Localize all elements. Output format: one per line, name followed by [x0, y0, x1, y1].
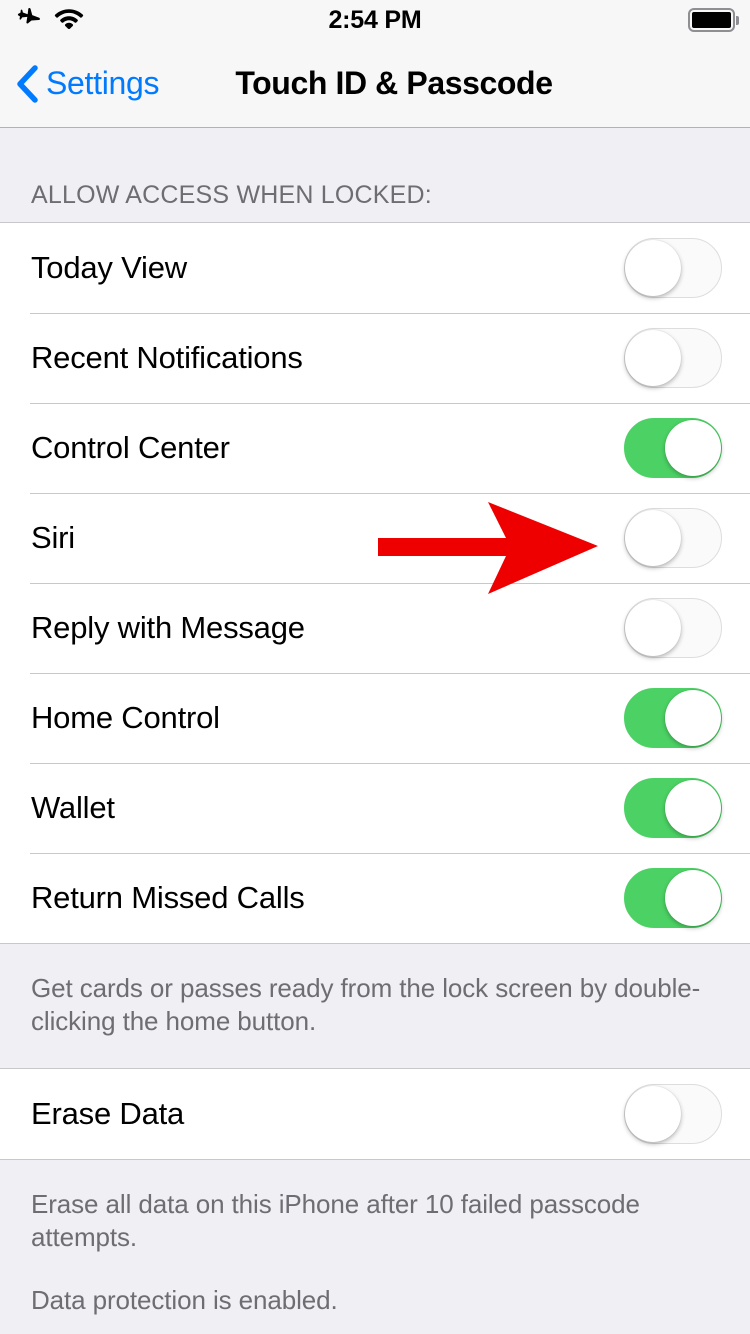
status-bar-right-icons [688, 0, 740, 40]
toggle-home-control[interactable] [624, 688, 722, 748]
toggle-today-view[interactable] [624, 238, 722, 298]
status-bar-clock: 2:54 PM [328, 5, 422, 34]
page-title: Touch ID & Passcode [235, 65, 553, 101]
battery-full-icon [688, 8, 740, 33]
toggle-recent-notifications[interactable] [624, 328, 722, 388]
row-reply-with-message[interactable]: Reply with Message [0, 583, 750, 673]
row-label: Siri [31, 520, 75, 555]
toggle-wallet[interactable] [624, 778, 722, 838]
row-wallet[interactable]: Wallet [0, 763, 750, 853]
footer-erase-data: Erase all data on this iPhone after 10 f… [0, 1160, 750, 1334]
iphone-settings-screen: 2:54 PM Settings Touch ID & Passcode ALL… [0, 0, 750, 1334]
toggle-erase-data[interactable] [624, 1084, 722, 1144]
row-label: Home Control [31, 700, 220, 735]
row-control-center[interactable]: Control Center [0, 403, 750, 493]
navigation-bar: Settings Touch ID & Passcode [0, 40, 750, 128]
toggle-reply-with-message[interactable] [624, 598, 722, 658]
footer-text: Get cards or passes ready from the lock … [31, 973, 701, 1036]
section-header-label: ALLOW ACCESS WHEN LOCKED: [31, 181, 432, 209]
row-label: Return Missed Calls [31, 880, 305, 915]
status-bar-center: 2:54 PM [0, 0, 750, 40]
row-label: Reply with Message [31, 610, 305, 645]
erase-data-group: Erase Data [0, 1068, 750, 1160]
row-label: Wallet [31, 790, 115, 825]
toggle-control-center[interactable] [624, 418, 722, 478]
settings-content: ALLOW ACCESS WHEN LOCKED: Today View Rec… [0, 128, 750, 1334]
allow-access-group: Today View Recent Notifications Control … [0, 222, 750, 944]
toggle-siri[interactable] [624, 508, 722, 568]
row-recent-notifications[interactable]: Recent Notifications [0, 313, 750, 403]
status-bar: 2:54 PM [0, 0, 750, 40]
section-header-allow-access: ALLOW ACCESS WHEN LOCKED: [0, 128, 750, 222]
row-today-view[interactable]: Today View [0, 223, 750, 313]
row-label: Control Center [31, 430, 230, 465]
row-return-missed-calls[interactable]: Return Missed Calls [0, 853, 750, 943]
row-label: Erase Data [31, 1096, 185, 1131]
row-siri[interactable]: Siri [0, 493, 750, 583]
footer-text-data-protection: Data protection is enabled. [31, 1285, 338, 1315]
row-erase-data[interactable]: Erase Data [0, 1069, 750, 1159]
row-label: Recent Notifications [31, 340, 303, 375]
footer-allow-access: Get cards or passes ready from the lock … [0, 944, 750, 1068]
row-label: Today View [31, 250, 187, 285]
toggle-return-missed-calls[interactable] [624, 868, 722, 928]
footer-text-erase-description: Erase all data on this iPhone after 10 f… [31, 1189, 640, 1252]
row-home-control[interactable]: Home Control [0, 673, 750, 763]
